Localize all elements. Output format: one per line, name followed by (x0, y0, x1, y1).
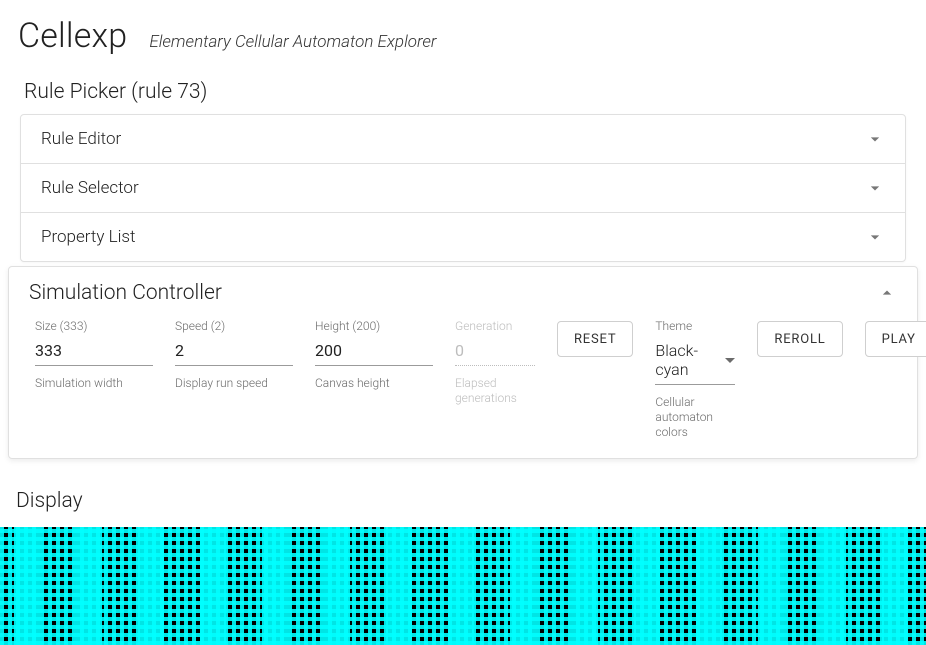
app-title: Cellexp (18, 16, 127, 56)
size-field: Size (333) Simulation width (35, 319, 153, 391)
automaton-canvas (0, 527, 926, 645)
theme-field: Theme Black-cyan Cellular automaton colo… (655, 319, 735, 440)
height-help: Canvas height (315, 376, 433, 391)
reroll-button[interactable]: REROLL (757, 321, 842, 357)
height-field: Height (200) Canvas height (315, 319, 433, 391)
theme-value: Black-cyan (655, 341, 725, 379)
theme-select[interactable]: Black-cyan (655, 337, 735, 385)
generation-input (455, 337, 535, 366)
height-label: Height (200) (315, 319, 433, 333)
speed-field: Speed (2) Display run speed (175, 319, 293, 391)
panel-rule-editor-label: Rule Editor (41, 129, 121, 149)
simulation-controller-title: Simulation Controller (29, 281, 222, 305)
generation-field: Generation Elapsed generations (455, 319, 535, 406)
panel-rule-selector[interactable]: Rule Selector (21, 164, 905, 213)
size-label: Size (333) (35, 319, 153, 333)
simulation-controller-head[interactable]: Simulation Controller (9, 267, 917, 313)
simulation-controller-panel: Simulation Controller Size (333) Simulat… (8, 266, 918, 459)
app-header: Cellexp Elementary Cellular Automaton Ex… (0, 0, 926, 64)
controls-row: Size (333) Simulation width Speed (2) Di… (9, 313, 917, 440)
theme-label: Theme (655, 319, 735, 333)
chevron-down-icon (865, 227, 885, 247)
size-help: Simulation width (35, 376, 153, 391)
size-input[interactable] (35, 337, 153, 366)
rule-picker-panels: Rule Editor Rule Selector Property List (20, 114, 906, 262)
theme-help: Cellular automaton colors (655, 395, 735, 440)
display-title: Display (0, 459, 926, 527)
rule-picker-title: Rule Picker (rule 73) (0, 64, 926, 114)
speed-label: Speed (2) (175, 319, 293, 333)
chevron-down-icon (865, 129, 885, 149)
dropdown-icon (725, 358, 735, 363)
chevron-down-icon (865, 178, 885, 198)
height-input[interactable] (315, 337, 433, 366)
chevron-up-icon (877, 283, 897, 303)
reset-button[interactable]: RESET (557, 321, 633, 357)
panel-property-list[interactable]: Property List (21, 213, 905, 261)
panel-property-list-label: Property List (41, 227, 136, 247)
panel-rule-selector-label: Rule Selector (41, 178, 139, 198)
generation-help: Elapsed generations (455, 376, 535, 406)
app-subtitle: Elementary Cellular Automaton Explorer (149, 32, 436, 52)
generation-label: Generation (455, 319, 535, 333)
play-button[interactable]: PLAY (865, 321, 926, 357)
speed-help: Display run speed (175, 376, 293, 391)
speed-input[interactable] (175, 337, 293, 366)
panel-rule-editor[interactable]: Rule Editor (21, 115, 905, 164)
